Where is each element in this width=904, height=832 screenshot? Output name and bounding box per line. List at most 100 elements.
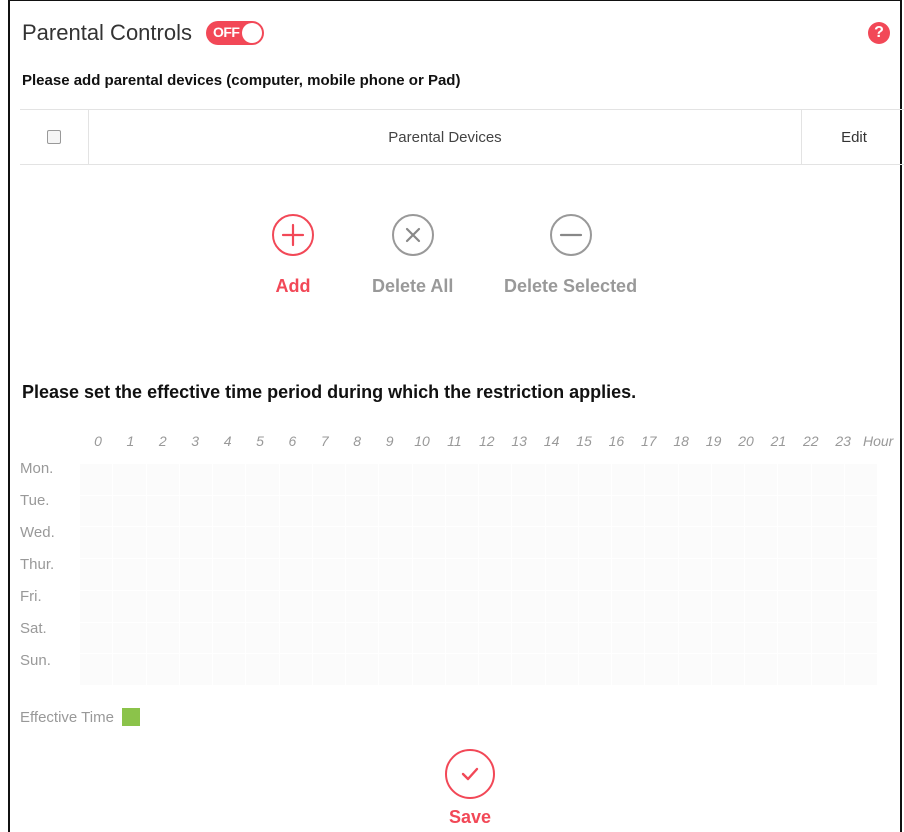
time-slot[interactable] [412,464,446,496]
time-slot[interactable] [844,527,878,560]
time-slot[interactable] [545,464,579,496]
time-slot[interactable] [113,559,147,591]
time-slot[interactable] [778,590,812,623]
time-slot[interactable] [379,590,413,623]
time-slot[interactable] [113,622,147,655]
time-slot[interactable] [745,559,779,591]
time-slot[interactable] [844,654,878,686]
time-slot[interactable] [445,590,479,623]
time-slot[interactable] [844,559,878,591]
time-slot[interactable] [146,495,180,528]
time-slot[interactable] [179,559,213,591]
time-slot[interactable] [811,559,845,591]
time-slot[interactable] [512,622,546,655]
time-slot[interactable] [379,654,413,686]
time-slot[interactable] [844,495,878,528]
time-slot[interactable] [778,654,812,686]
time-slot[interactable] [80,495,114,528]
time-slot[interactable] [578,654,612,686]
delete-all-button[interactable]: Delete All [372,214,453,297]
time-slot[interactable] [545,622,579,655]
time-slot[interactable] [113,590,147,623]
time-slot[interactable] [479,590,513,623]
time-slot[interactable] [246,622,280,655]
time-slot[interactable] [811,590,845,623]
save-button[interactable]: Save [445,749,495,828]
time-slot[interactable] [213,590,247,623]
time-slot[interactable] [479,495,513,528]
time-slot[interactable] [479,654,513,686]
time-slot[interactable] [279,527,313,560]
time-slot[interactable] [246,654,280,686]
time-slot[interactable] [545,495,579,528]
time-slot[interactable] [213,622,247,655]
time-slot[interactable] [146,464,180,496]
time-slot[interactable] [346,559,380,591]
time-slot[interactable] [113,527,147,560]
time-slot[interactable] [811,654,845,686]
time-slot[interactable] [512,495,546,528]
time-slot[interactable] [146,654,180,686]
time-slot[interactable] [379,527,413,560]
time-slot[interactable] [179,590,213,623]
time-slot[interactable] [711,527,745,560]
time-slot[interactable] [778,495,812,528]
time-slot[interactable] [711,559,745,591]
time-slot[interactable] [778,622,812,655]
time-slot[interactable] [678,559,712,591]
time-slot[interactable] [113,495,147,528]
time-slot[interactable] [146,527,180,560]
time-slot[interactable] [678,622,712,655]
time-slot[interactable] [312,464,346,496]
time-slot[interactable] [80,464,114,496]
time-slot[interactable] [578,527,612,560]
time-slot[interactable] [479,527,513,560]
time-slot[interactable] [612,527,646,560]
time-slot[interactable] [246,464,280,496]
time-slot[interactable] [678,464,712,496]
question-mark-icon[interactable]: ? [868,22,890,44]
time-slot[interactable] [213,495,247,528]
time-slot[interactable] [445,527,479,560]
time-slot[interactable] [80,654,114,686]
time-slot[interactable] [213,559,247,591]
time-slot[interactable] [778,464,812,496]
time-slot[interactable] [612,654,646,686]
time-slot[interactable] [279,590,313,623]
time-slot[interactable] [645,559,679,591]
time-slot[interactable] [379,559,413,591]
time-slot[interactable] [645,495,679,528]
time-slot[interactable] [512,527,546,560]
time-slot[interactable] [678,590,712,623]
time-slot[interactable] [545,527,579,560]
time-slot[interactable] [612,622,646,655]
time-slot[interactable] [312,495,346,528]
time-slot[interactable] [445,622,479,655]
time-slot[interactable] [711,590,745,623]
time-slot[interactable] [844,622,878,655]
time-slot[interactable] [113,464,147,496]
time-slot[interactable] [811,464,845,496]
time-slot[interactable] [279,559,313,591]
time-slot[interactable] [745,464,779,496]
time-slot[interactable] [612,464,646,496]
time-slot[interactable] [445,559,479,591]
time-slot[interactable] [811,527,845,560]
time-slot[interactable] [745,495,779,528]
time-slot[interactable] [578,622,612,655]
time-slot[interactable] [612,559,646,591]
time-slot[interactable] [379,464,413,496]
time-slot[interactable] [312,590,346,623]
time-slot[interactable] [612,495,646,528]
time-slot[interactable] [445,464,479,496]
time-slot[interactable] [412,527,446,560]
time-slot[interactable] [578,495,612,528]
time-slot[interactable] [346,527,380,560]
parental-controls-toggle[interactable]: OFF [205,21,264,45]
time-slot[interactable] [80,622,114,655]
time-slot[interactable] [213,527,247,560]
time-slot[interactable] [179,464,213,496]
time-slot[interactable] [80,559,114,591]
time-slot[interactable] [645,464,679,496]
time-slot[interactable] [512,464,546,496]
